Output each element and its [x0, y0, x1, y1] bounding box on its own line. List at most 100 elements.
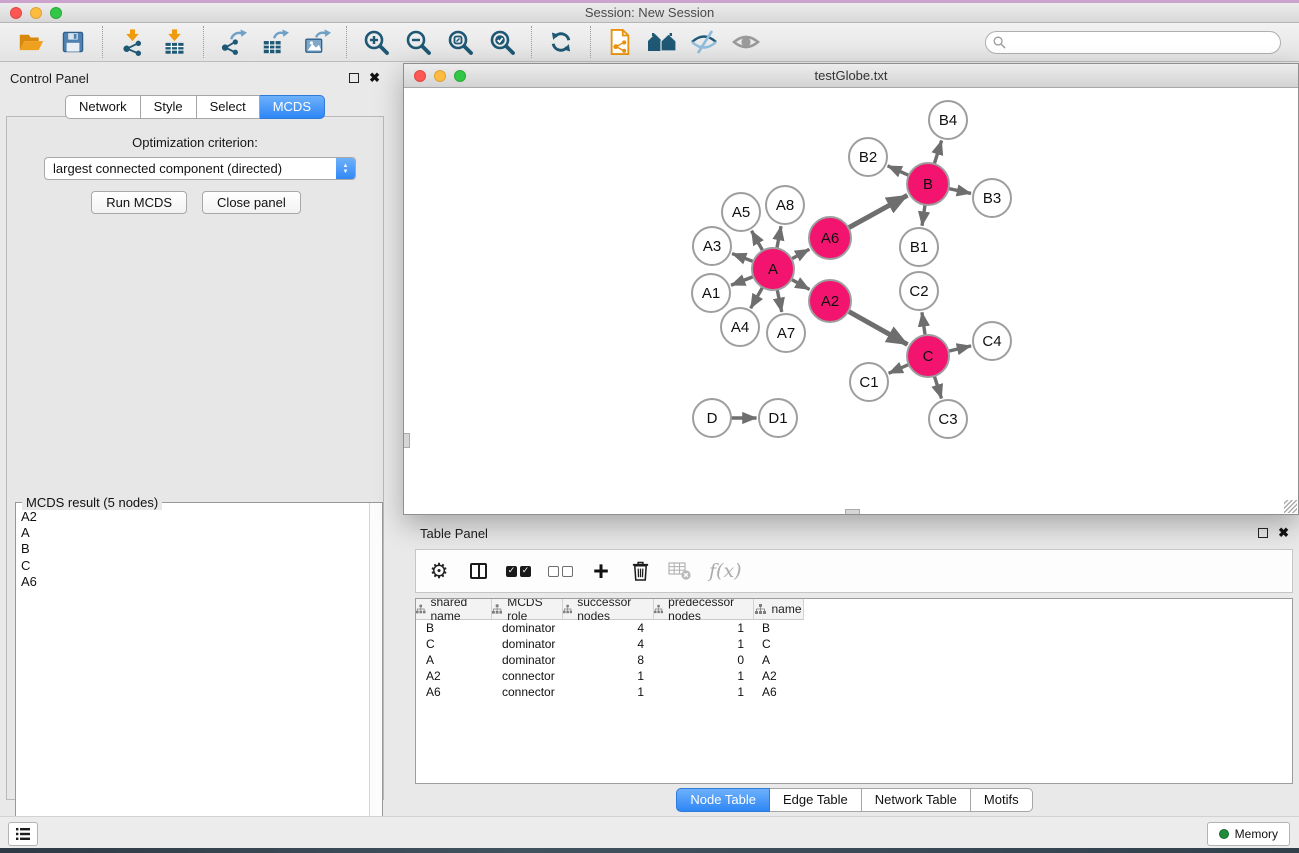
- cell-name: A: [754, 653, 804, 667]
- graph-node-A6[interactable]: A6: [808, 216, 852, 260]
- mcds-result-item[interactable]: A2: [17, 509, 368, 525]
- graph-node-A4[interactable]: A4: [720, 307, 760, 347]
- cell-MCDS-role: dominator: [492, 653, 563, 667]
- mcds-result-item[interactable]: B: [17, 541, 368, 557]
- graph-node-D[interactable]: D: [692, 398, 732, 438]
- column-header-predecessor-nodes[interactable]: predecessor nodes: [654, 599, 754, 620]
- graph-node-A5[interactable]: A5: [721, 192, 761, 232]
- run-mcds-button[interactable]: Run MCDS: [91, 191, 187, 214]
- cell-MCDS-role: dominator: [492, 637, 563, 651]
- close-table-panel-icon[interactable]: ✖: [1278, 528, 1289, 538]
- table-row-A6[interactable]: A6connector11A6: [416, 684, 1292, 700]
- criterion-value: largest connected component (directed): [45, 161, 336, 176]
- graph-node-A8[interactable]: A8: [765, 185, 805, 225]
- tab-mcds[interactable]: MCDS: [260, 95, 325, 119]
- save-session-icon[interactable]: [57, 26, 89, 58]
- graph-node-B[interactable]: B: [906, 162, 950, 206]
- new-network-file-icon[interactable]: [604, 26, 636, 58]
- export-table-icon[interactable]: [259, 26, 291, 58]
- graph-node-C[interactable]: C: [906, 334, 950, 378]
- float-panel-icon[interactable]: [349, 73, 359, 83]
- column-header-MCDS-role[interactable]: MCDS role: [492, 599, 563, 620]
- result-scrollbar[interactable]: [369, 503, 382, 849]
- task-history-button[interactable]: [8, 822, 38, 846]
- table-row-A2[interactable]: A2connector11A2: [416, 668, 1292, 684]
- graph-node-C2[interactable]: C2: [899, 271, 939, 311]
- cell-predecessor-nodes: 0: [654, 653, 754, 667]
- graph-node-A2[interactable]: A2: [808, 279, 852, 323]
- toolbar-separator: [102, 26, 103, 58]
- zoom-in-icon[interactable]: [360, 26, 392, 58]
- tab-style[interactable]: Style: [141, 95, 197, 119]
- tab-motifs[interactable]: Motifs: [971, 788, 1033, 812]
- tab-network-table[interactable]: Network Table: [862, 788, 971, 812]
- main-toolbar: [0, 23, 1299, 62]
- node-table: shared nameMCDS rolesuccessor nodesprede…: [415, 598, 1293, 784]
- tab-network[interactable]: Network: [65, 95, 141, 119]
- tab-select[interactable]: Select: [197, 95, 260, 119]
- tab-node-table[interactable]: Node Table: [676, 788, 770, 812]
- mcds-panel: Optimization criterion: largest connecte…: [6, 116, 384, 800]
- graph-node-C3[interactable]: C3: [928, 399, 968, 439]
- graph-node-B4[interactable]: B4: [928, 100, 968, 140]
- select-all-icon[interactable]: ✓✓: [506, 556, 531, 586]
- delete-table-icon[interactable]: [668, 556, 692, 586]
- export-image-icon[interactable]: [301, 26, 333, 58]
- toolbar-separator: [590, 26, 591, 58]
- show-columns-icon[interactable]: [467, 556, 489, 586]
- graph-node-A1[interactable]: A1: [691, 273, 731, 313]
- add-column-icon[interactable]: +: [590, 556, 612, 586]
- column-header-shared-name[interactable]: shared name: [416, 599, 492, 620]
- toolbar-separator: [531, 26, 532, 58]
- graph-node-B3[interactable]: B3: [972, 178, 1012, 218]
- close-panel-icon[interactable]: ✖: [369, 73, 380, 83]
- graph-node-A3[interactable]: A3: [692, 226, 732, 266]
- search-input[interactable]: [1006, 33, 1280, 51]
- cell-name: A2: [754, 669, 804, 683]
- mcds-result-item[interactable]: A6: [17, 574, 368, 590]
- mcds-result-item[interactable]: C: [17, 558, 368, 574]
- cell-name: A6: [754, 685, 804, 699]
- table-row-B[interactable]: Bdominator41B: [416, 620, 1292, 636]
- graph-node-C1[interactable]: C1: [849, 362, 889, 402]
- tab-edge-table[interactable]: Edge Table: [770, 788, 862, 812]
- graph-node-B2[interactable]: B2: [848, 137, 888, 177]
- network-canvas[interactable]: B4 B2 B B3 A5A8A6 A3 B1 A A1 C2 A2 A4A7 C4 C C1 C3 D D1: [404, 88, 1298, 514]
- show-details-eye-icon[interactable]: [730, 26, 762, 58]
- gear-icon[interactable]: ⚙: [428, 556, 450, 586]
- import-network-icon[interactable]: [116, 26, 148, 58]
- memory-button[interactable]: Memory: [1207, 822, 1290, 846]
- network-window-titlebar[interactable]: testGlobe.txt: [404, 64, 1298, 88]
- vertical-scroll-thumb[interactable]: [404, 433, 410, 448]
- column-header-successor-nodes[interactable]: successor nodes: [563, 599, 654, 620]
- export-network-icon[interactable]: [217, 26, 249, 58]
- column-header-name[interactable]: name: [754, 599, 804, 620]
- import-table-icon[interactable]: [158, 26, 190, 58]
- close-panel-button[interactable]: Close panel: [202, 191, 301, 214]
- graph-node-D1[interactable]: D1: [758, 398, 798, 438]
- table-row-C[interactable]: Cdominator41C: [416, 636, 1292, 652]
- home-layout-icon[interactable]: [646, 26, 678, 58]
- zoom-fit-icon[interactable]: [444, 26, 476, 58]
- zoom-out-icon[interactable]: [402, 26, 434, 58]
- graph-node-A[interactable]: A: [751, 247, 795, 291]
- graph-node-C4[interactable]: C4: [972, 321, 1012, 361]
- criterion-dropdown[interactable]: largest connected component (directed) ▲…: [44, 157, 356, 180]
- graph-node-B1[interactable]: B1: [899, 227, 939, 267]
- deselect-all-icon[interactable]: [548, 556, 573, 586]
- cell-predecessor-nodes: 1: [654, 685, 754, 699]
- search-field[interactable]: [985, 31, 1281, 54]
- open-session-icon[interactable]: [15, 26, 47, 58]
- function-builder-icon[interactable]: f(x): [709, 556, 742, 586]
- table-row-A[interactable]: Adominator80A: [416, 652, 1292, 668]
- refresh-icon[interactable]: [545, 26, 577, 58]
- float-table-panel-icon[interactable]: [1258, 528, 1268, 538]
- hide-details-eye-icon[interactable]: [688, 26, 720, 58]
- delete-column-icon[interactable]: [629, 556, 651, 586]
- toolbar-separator: [203, 26, 204, 58]
- window-resize-grip[interactable]: [1284, 500, 1297, 513]
- graph-node-A7[interactable]: A7: [766, 313, 806, 353]
- mcds-result-item[interactable]: A: [17, 525, 368, 541]
- horizontal-scroll-thumb[interactable]: [845, 509, 860, 514]
- zoom-selected-icon[interactable]: [486, 26, 518, 58]
